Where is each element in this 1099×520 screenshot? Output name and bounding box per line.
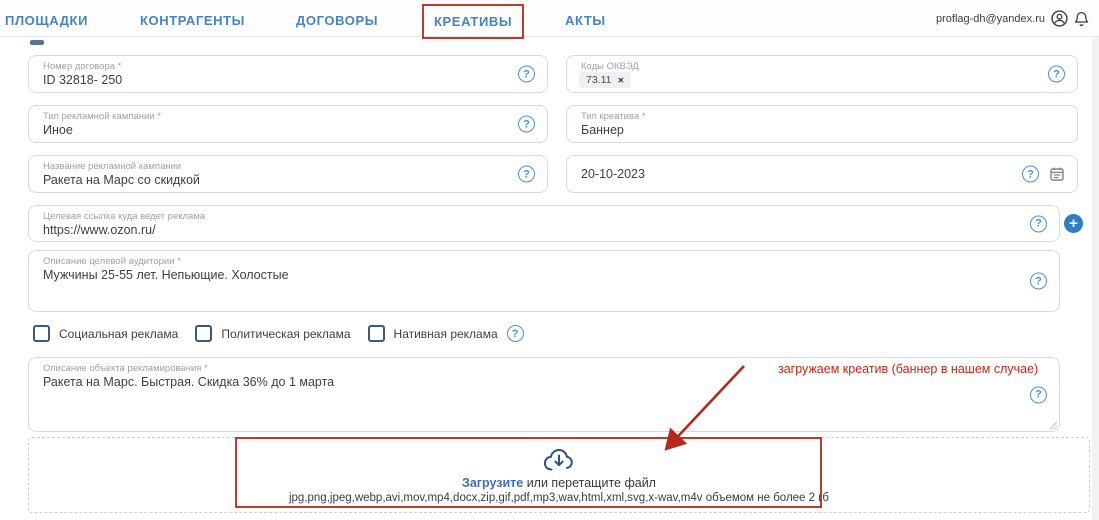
- creative-type-field[interactable]: Тип креатива * Баннер: [566, 105, 1078, 143]
- target-url-field[interactable]: Целевая ссылка куда ведет реклама https:…: [28, 205, 1060, 242]
- add-url-button[interactable]: +: [1064, 214, 1083, 233]
- target-url-value: https://www.ozon.ru/: [43, 223, 156, 237]
- upload-drag-hint: или перетащите файл: [526, 475, 656, 490]
- upload-formats: jpg,png,jpeg,webp,avi,mov,mp4,docx,zip,g…: [288, 491, 830, 504]
- target-url-label: Целевая ссылка куда ведет реклама: [43, 211, 206, 222]
- ad-flags-row: Социальная реклама Политическая реклама …: [33, 325, 524, 342]
- tab-akty[interactable]: АКТЫ: [565, 13, 606, 28]
- object-description-label: Описание объекта рекламирования *: [43, 363, 208, 374]
- creatives-form-page: ПЛОЩАДКИ КОНТРАГЕНТЫ ДОГОВОРЫ КРЕАТИВЫ А…: [0, 0, 1099, 520]
- bell-icon[interactable]: [1074, 11, 1089, 27]
- calendar-icon[interactable]: [1049, 166, 1065, 182]
- file-drop-zone[interactable]: Загрузите или перетащите файл jpg,png,jp…: [28, 437, 1090, 513]
- social-ad-label: Социальная реклама: [59, 326, 179, 341]
- help-icon[interactable]: ?: [506, 325, 524, 342]
- creative-type-value: Баннер: [581, 123, 624, 137]
- campaign-name-label: Название рекламной кампании: [43, 161, 182, 172]
- help-icon[interactable]: ?: [1030, 386, 1047, 403]
- native-ad-label: Нативная реклама: [393, 326, 498, 341]
- user-email: proflag-dh@yandex.ru: [935, 12, 1045, 25]
- social-ad-checkbox[interactable]: [33, 325, 50, 342]
- annotation-box-creatives-tab: КРЕАТИВЫ: [422, 4, 525, 39]
- campaign-type-label: Тип рекламной кампании *: [43, 111, 161, 122]
- upload-instruction: Загрузите или перетащите файл: [462, 476, 656, 490]
- campaign-name-field[interactable]: Название рекламной кампании Ракета на Ма…: [28, 155, 548, 193]
- political-ad-checkbox-group: Политическая реклама: [195, 325, 351, 342]
- contract-number-label: Номер договора *: [43, 61, 122, 72]
- political-ad-label: Политическая реклама: [221, 326, 351, 341]
- contract-number-field[interactable]: Номер договора * ID 32818- 250 ?: [28, 55, 548, 93]
- political-ad-checkbox[interactable]: [195, 325, 213, 342]
- audience-value: Мужчины 25-55 лет. Непьющие. Холостые: [43, 268, 289, 282]
- tab-ploshchadki[interactable]: ПЛОЩАДКИ: [5, 13, 88, 28]
- upload-link[interactable]: Загрузите: [462, 476, 523, 490]
- scrolled-checkbox-fragment: [30, 40, 44, 45]
- help-icon[interactable]: ?: [1030, 272, 1047, 290]
- top-navigation: ПЛОЩАДКИ КОНТРАГЕНТЫ ДОГОВОРЫ КРЕАТИВЫ А…: [0, 0, 1099, 39]
- scrollbar[interactable]: [1092, 37, 1099, 520]
- okved-chip: 73.11 ✕: [579, 72, 632, 88]
- campaign-type-field[interactable]: Тип рекламной кампании * Иное ?: [28, 105, 548, 143]
- help-icon[interactable]: ?: [518, 165, 535, 183]
- campaign-name-value: Ракета на Марс со скидкой: [43, 173, 200, 187]
- tab-dogovory[interactable]: ДОГОВОРЫ: [296, 13, 378, 28]
- contract-number-value: ID 32818- 250: [43, 73, 123, 87]
- okved-codes-field[interactable]: Коды ОКВЭД 73.11 ✕ ?: [566, 55, 1078, 93]
- tab-kontragenty[interactable]: КОНТРАГЕНТЫ: [140, 13, 245, 28]
- account-area[interactable]: proflag-dh@yandex.ru: [936, 0, 1089, 37]
- account-icon[interactable]: [1051, 10, 1068, 27]
- resize-handle[interactable]: [1048, 420, 1057, 429]
- okved-codes-label: Коды ОКВЭД: [581, 61, 639, 72]
- help-icon[interactable]: ?: [1022, 165, 1039, 183]
- native-ad-checkbox[interactable]: [367, 325, 385, 342]
- campaign-type-value: Иное: [43, 123, 73, 137]
- object-description-value: Ракета на Марс. Быстрая. Скидка 36% до 1…: [43, 375, 335, 389]
- help-icon[interactable]: ?: [1048, 65, 1065, 83]
- chip-remove-icon[interactable]: ✕: [618, 76, 625, 85]
- audience-textarea[interactable]: Описание целевой аудитории * Мужчины 25-…: [28, 250, 1060, 312]
- social-ad-checkbox-group: Социальная реклама: [33, 325, 178, 342]
- help-icon[interactable]: ?: [518, 65, 535, 83]
- native-ad-checkbox-group: Нативная реклама ?: [367, 325, 524, 342]
- cloud-upload-icon: [542, 447, 576, 474]
- date-field[interactable]: 20-10-2023 ?: [566, 155, 1078, 193]
- help-icon[interactable]: ?: [518, 115, 535, 133]
- tab-kreativy[interactable]: КРЕАТИВЫ: [434, 14, 512, 29]
- okved-chip-value: 73.11: [586, 74, 612, 86]
- help-icon[interactable]: ?: [1030, 215, 1047, 232]
- date-value: 20-10-2023: [581, 167, 645, 181]
- creative-type-label: Тип креатива *: [581, 111, 646, 122]
- audience-label: Описание целевой аудитории *: [43, 256, 181, 267]
- annotation-note: загружаем креатив (баннер в нашем случае…: [778, 362, 1039, 376]
